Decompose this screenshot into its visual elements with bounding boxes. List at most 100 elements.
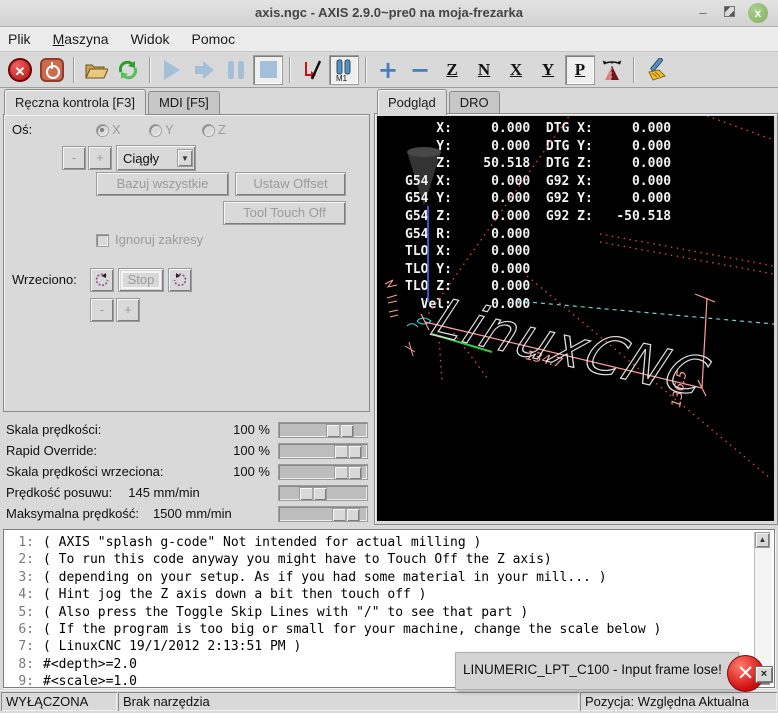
max-velocity-label: Maksymalna prędkość:	[6, 506, 139, 521]
view-x-icon: X	[510, 60, 522, 80]
clear-plot-button[interactable]	[641, 55, 671, 85]
skip-lines-icon	[300, 58, 324, 82]
jog-mode-value: Ciągły	[117, 151, 177, 166]
spindle-minus-button[interactable]: -	[90, 298, 114, 322]
notification-text: LINUMERIC_LPT_C100 - Input frame lose!	[463, 662, 722, 677]
home-all-button[interactable]: Bazuj wszystkie	[96, 172, 229, 196]
slider-handle[interactable]	[299, 487, 327, 501]
maximize-button[interactable]	[720, 5, 738, 23]
axis-label: Oś:	[12, 122, 32, 137]
right-tab-strip: Podgląd DRO	[377, 90, 502, 115]
spindle-override-label: Skala prędkości wrzeciona:	[6, 464, 164, 479]
toolbar-separator	[633, 57, 635, 83]
max-velocity-value: 1500 mm/min	[153, 506, 232, 521]
pause-icon	[228, 61, 244, 79]
pause-button[interactable]	[221, 55, 251, 85]
tab-preview[interactable]: Podgląd	[377, 89, 447, 115]
gcode-line[interactable]: 4:( Hint jog the Z axis down a bit then …	[4, 586, 774, 603]
step-icon	[195, 61, 214, 79]
spindle-stop-button[interactable]: Stop	[118, 268, 164, 292]
chevron-down-icon: ▼	[177, 149, 193, 167]
menu-widok[interactable]: Widok	[131, 31, 170, 47]
jog-speed-slider[interactable]	[278, 485, 368, 501]
ignore-limits-checkbox[interactable]	[96, 234, 109, 252]
run-icon	[164, 60, 180, 80]
maximize-icon	[724, 6, 735, 17]
feed-override-label: Skala prędkości:	[6, 422, 101, 437]
radio-axis-x[interactable]	[96, 124, 109, 142]
toggle-skip-lines-button[interactable]	[297, 55, 327, 85]
jog-mode-dropdown[interactable]: Ciągły ▼	[116, 145, 196, 171]
window-title: axis.ngc - AXIS 2.9.0~pre0 na moja-freza…	[0, 5, 778, 20]
view-z2-button[interactable]: N	[469, 55, 499, 85]
radio-axis-z[interactable]	[202, 124, 215, 142]
radio-axis-x-label: X	[112, 122, 121, 137]
notification-close-button[interactable]: ×	[755, 666, 773, 683]
jog-speed-value: 145 mm/min	[128, 485, 200, 500]
tab-mdi[interactable]: MDI [F5]	[148, 91, 220, 115]
spindle-override-slider[interactable]	[278, 464, 368, 480]
tab-manual-control[interactable]: Ręczna kontrola [F3]	[4, 89, 146, 115]
close-button[interactable]: x	[748, 3, 768, 23]
jog-plus-button[interactable]: +	[88, 146, 112, 170]
reload-button[interactable]	[113, 55, 143, 85]
axis-window: axis.ngc - AXIS 2.9.0~pre0 na moja-freza…	[0, 0, 778, 712]
rotate-cone-icon	[600, 58, 624, 82]
step-button[interactable]	[189, 55, 219, 85]
set-offset-button[interactable]: Ustaw Offset	[235, 172, 346, 196]
spindle-plus-button[interactable]: +	[116, 298, 140, 322]
stop-icon	[260, 61, 277, 78]
view-y-button[interactable]: Y	[533, 55, 563, 85]
gcode-line[interactable]: 3:( depending on your setup. As if you h…	[4, 569, 774, 586]
view-p-button[interactable]: P	[565, 55, 595, 85]
gcode-line[interactable]: 1:( AXIS "splash g-code" Not intended fo…	[4, 534, 774, 551]
estop-button[interactable]: ✕	[5, 55, 35, 85]
jog-minus-button[interactable]: -	[62, 146, 86, 170]
left-tab-strip: Ręczna kontrola [F3] MDI [F5]	[4, 90, 222, 115]
max-velocity-slider[interactable]	[278, 506, 368, 522]
radio-axis-z-label: Z	[218, 122, 226, 137]
menu-pomoc[interactable]: Pomoc	[192, 31, 236, 47]
minimize-button[interactable]: –	[694, 5, 712, 23]
machine-power-button[interactable]	[37, 55, 67, 85]
gcode-line[interactable]: 5:( Also press the Toggle Skip Lines wit…	[4, 604, 774, 621]
menu-maszyna[interactable]: Maszyna	[53, 31, 109, 47]
feed-override-slider[interactable]	[278, 422, 368, 438]
rotate-view-button[interactable]	[597, 55, 627, 85]
title-bar: axis.ngc - AXIS 2.9.0~pre0 na moja-freza…	[0, 0, 778, 27]
rapid-override-slider[interactable]	[278, 443, 368, 459]
stop-button[interactable]	[253, 55, 283, 85]
menu-plik[interactable]: Plik	[8, 31, 31, 47]
slider-handle[interactable]	[326, 424, 354, 438]
open-folder-icon	[84, 59, 108, 81]
open-file-button[interactable]	[81, 55, 111, 85]
machine-state-field: WYŁĄCZONA	[1, 692, 117, 711]
slider-handle[interactable]	[334, 445, 362, 459]
spindle-cw-button[interactable]	[168, 268, 192, 292]
zoom-out-button[interactable]: −	[405, 55, 435, 85]
toolbar-separator	[365, 57, 367, 83]
view-z2-icon: N	[478, 60, 490, 80]
toolbar-separator	[73, 57, 75, 83]
slider-handle[interactable]	[332, 508, 360, 522]
spindle-label: Wrzeciono:	[12, 272, 77, 287]
tool-touch-off-button[interactable]: Tool Touch Off	[223, 201, 346, 225]
preview-canvas[interactable]: X: 0.000 DTG X: 0.000 Y: 0.000 DTG Y: 0.…	[377, 116, 774, 521]
run-button[interactable]	[157, 55, 187, 85]
tab-dro[interactable]: DRO	[449, 91, 500, 115]
toolbar: ✕	[0, 52, 778, 88]
spindle-ccw-button[interactable]	[90, 268, 114, 292]
slider-handle[interactable]	[334, 466, 362, 480]
view-z-button[interactable]: Z	[437, 55, 467, 85]
zoom-in-icon: +	[378, 58, 398, 82]
toggle-optional-stop-button[interactable]: M1	[329, 55, 359, 85]
main-area: Ręczna kontrola [F3] MDI [F5] Oś: X Y Z …	[0, 88, 778, 527]
preview-frame: X: 0.000 DTG X: 0.000 Y: 0.000 DTG Y: 0.…	[374, 113, 778, 525]
view-x-button[interactable]: X	[501, 55, 531, 85]
gcode-line[interactable]: 6:( If the program is too big or small f…	[4, 621, 774, 638]
rapid-override-label: Rapid Override:	[6, 443, 97, 458]
zoom-in-button[interactable]: +	[373, 55, 403, 85]
radio-axis-y[interactable]	[149, 124, 162, 142]
scrollbar-up-icon[interactable]: ▲	[755, 532, 770, 548]
gcode-line[interactable]: 2:( To run this code anyway you might ha…	[4, 551, 774, 568]
